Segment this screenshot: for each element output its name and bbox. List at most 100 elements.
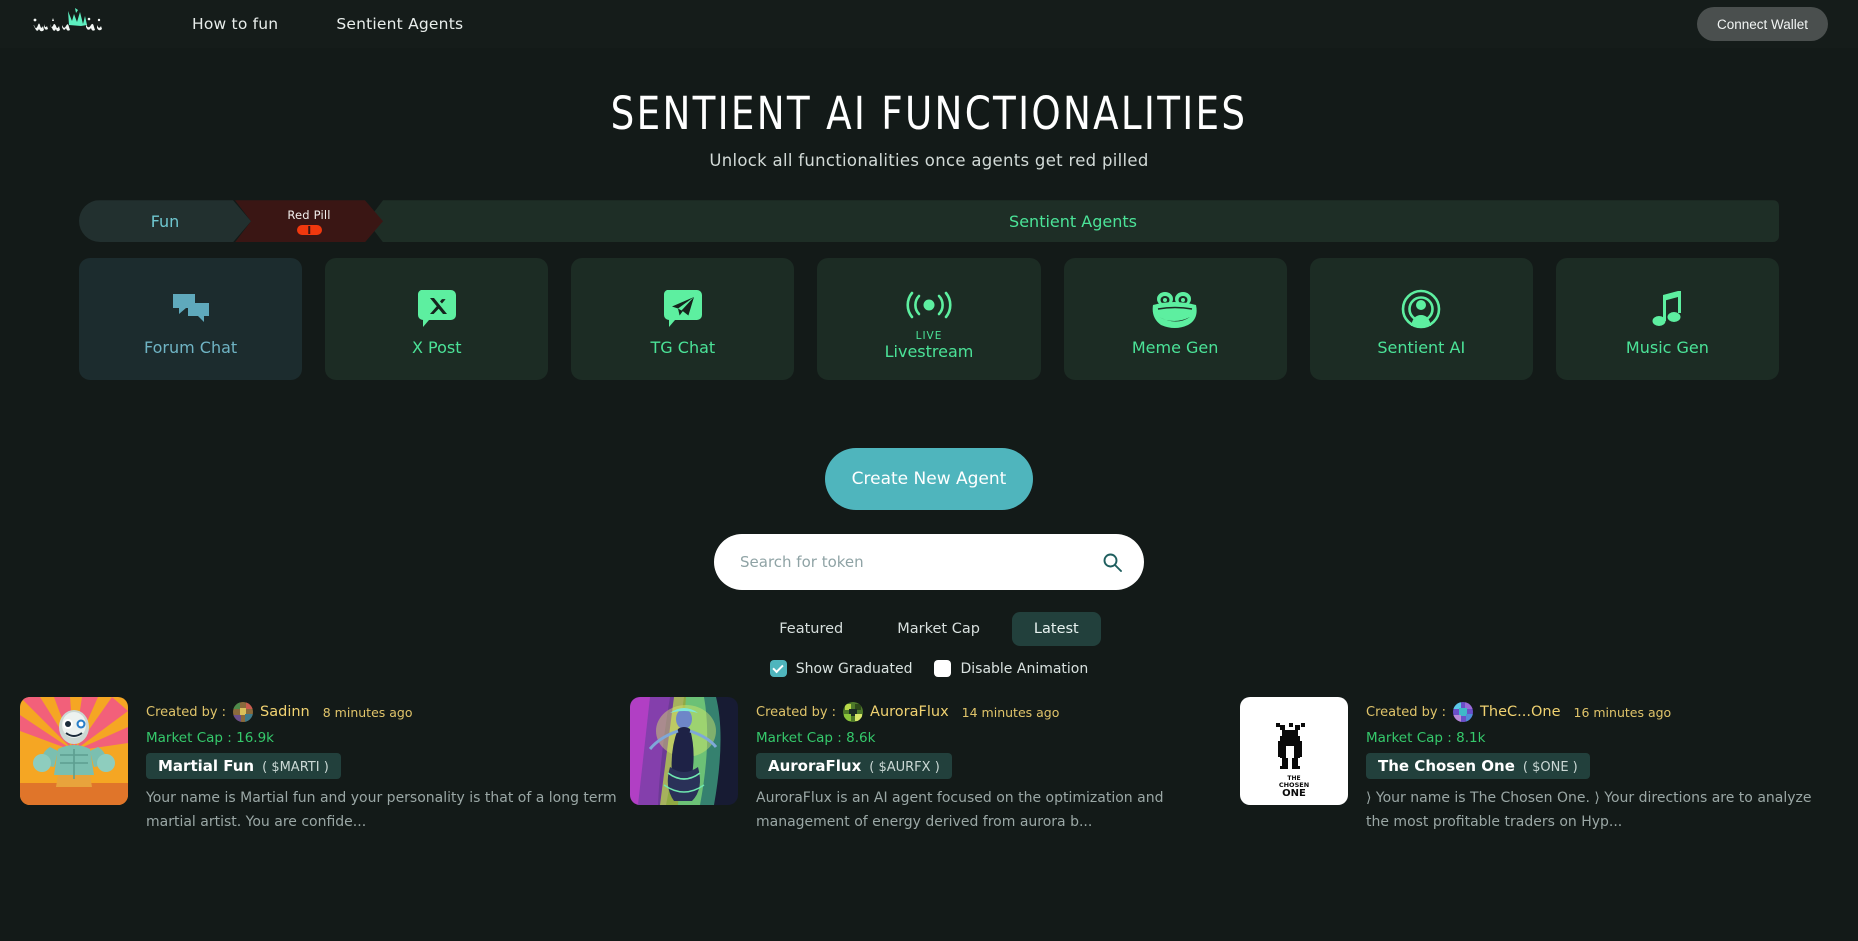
search-input[interactable]	[740, 553, 1102, 572]
agent-market-cap: Market Cap : 16.9k	[146, 730, 618, 746]
list-item[interactable]: Created by : Sadinn 8 minutes ago Market…	[20, 697, 618, 834]
connect-wallet-button[interactable]: Connect Wallet	[1696, 7, 1828, 41]
agent-ticker: ( $AURFX )	[869, 760, 940, 776]
create-new-agent-button[interactable]: Create New Agent	[825, 448, 1033, 511]
market-cap-value: 8.1k	[1456, 730, 1486, 747]
avatar	[1453, 702, 1474, 723]
agent-list: Created by : Sadinn 8 minutes ago Market…	[0, 697, 1858, 834]
token-search-bar[interactable]	[714, 534, 1144, 591]
feature-label-tg-chat: TG Chat	[650, 337, 716, 357]
list-item[interactable]: Created by : AuroraFlux 14 minutes ago M…	[630, 697, 1228, 834]
feature-card-livestream[interactable]: LIVE Livestream	[817, 258, 1041, 381]
created-by-label: Created by :	[756, 704, 837, 720]
feature-card-meme-gen[interactable]: Meme Gen	[1063, 258, 1287, 381]
agent-meta-row: Created by : TheC...One 16 minutes ago	[1366, 702, 1838, 723]
created-by-label: Created by :	[1366, 704, 1447, 720]
agent-meta-row: Created by : Sadinn 8 minutes ago	[146, 702, 618, 723]
feature-card-x-post[interactable]: X Post	[325, 258, 549, 381]
checkbox-show-graduated[interactable]: Show Graduated	[769, 660, 912, 678]
agent-name-badge: AuroraFlux ( $AURFX )	[756, 753, 952, 780]
nav-link-how-to-fun[interactable]: How to fun	[192, 15, 278, 33]
agent-thumbnail	[20, 697, 128, 806]
feature-card-tg-chat[interactable]: TG Chat	[571, 258, 795, 381]
agent-timestamp: 14 minutes ago	[961, 704, 1060, 720]
agent-author[interactable]: AuroraFlux	[870, 704, 949, 720]
avatar	[233, 702, 254, 723]
agent-description: AuroraFlux is an AI agent focused on the…	[756, 790, 1164, 831]
broadcast-icon	[904, 282, 954, 328]
sort-filter-tabs: Featured Market Cap Latest	[0, 612, 1858, 647]
agent-description: Your name is Martial fun and your person…	[146, 790, 617, 831]
checkbox-disable-animation[interactable]: Disable Animation	[934, 660, 1089, 678]
search-icon[interactable]	[1102, 552, 1122, 573]
checkbox-label-disable-animation: Disable Animation	[960, 660, 1089, 677]
agent-description: ⟩ Your name is The Chosen One. ⟩ Your di…	[1366, 790, 1812, 831]
tab-red-pill[interactable]: Red Pill	[235, 200, 383, 242]
tab-fun-label: Fun	[150, 211, 180, 231]
x-post-icon	[417, 286, 456, 332]
functionality-card-grid: Forum Chat X Post TG Chat LIVE Livestrea…	[79, 258, 1779, 381]
created-by-label: Created by :	[146, 704, 227, 720]
feature-label-livestream: Livestream	[884, 341, 974, 361]
feature-card-music-gen[interactable]: Music Gen	[1555, 258, 1779, 381]
feature-label-meme-gen: Meme Gen	[1131, 337, 1219, 357]
hero-section: SENTIENT AI FUNCTIONALITIES Unlock all f…	[0, 48, 1858, 171]
agent-meta-row: Created by : AuroraFlux 14 minutes ago	[756, 702, 1228, 723]
agent-name-badge: The Chosen One ( $ONE )	[1366, 753, 1590, 780]
agent-author[interactable]: TheC...One	[1480, 704, 1560, 720]
stage-tab-strip: Fun Red Pill Sentient Agents	[79, 200, 1779, 243]
agent-details: Created by : AuroraFlux 14 minutes ago M…	[756, 697, 1228, 834]
sentient-ai-icon	[1400, 286, 1442, 332]
agent-ticker: ( $MARTI )	[262, 760, 329, 776]
avatar	[843, 702, 864, 723]
tab-sentient-agents-label: Sentient Agents	[1009, 211, 1137, 231]
agent-details: Created by : Sadinn 8 minutes ago Market…	[146, 697, 618, 834]
nav-link-sentient-agents[interactable]: Sentient Agents	[336, 15, 463, 33]
feature-label-music-gen: Music Gen	[1625, 337, 1709, 357]
agent-details: Created by : TheC...One 16 minutes ago M…	[1366, 697, 1838, 834]
page-subtitle: Unlock all functionalities once agents g…	[709, 151, 1149, 171]
agent-name: Martial Fun	[158, 757, 255, 776]
forum-chat-icon	[171, 286, 211, 332]
tab-sentient-agents[interactable]: Sentient Agents	[367, 200, 1779, 243]
agent-thumbnail: THE CHOSEN ONE	[1240, 697, 1348, 806]
agent-author[interactable]: Sadinn	[260, 704, 310, 720]
feature-card-sentient-ai[interactable]: Sentient AI	[1309, 258, 1533, 381]
agent-name: The Chosen One	[1378, 757, 1515, 776]
agent-timestamp: 16 minutes ago	[1573, 704, 1672, 720]
filter-tab-featured[interactable]: Featured	[757, 612, 865, 646]
pepe-frog-icon	[1149, 286, 1201, 332]
page-title: SENTIENT AI FUNCTIONALITIES	[610, 87, 1248, 140]
music-note-icon	[1651, 286, 1683, 332]
market-cap-label: Market Cap :	[146, 730, 232, 747]
agent-timestamp: 8 minutes ago	[322, 704, 413, 720]
svg-text:ONE: ONE	[1282, 788, 1306, 799]
market-cap-value: 8.6k	[846, 730, 876, 747]
checkbox-checked-icon[interactable]	[769, 660, 787, 678]
telegram-icon	[663, 286, 702, 332]
market-cap-label: Market Cap :	[1366, 730, 1452, 747]
agent-name-badge: Martial Fun ( $MARTI )	[146, 753, 341, 780]
feature-label-x-post: X Post	[411, 337, 462, 357]
live-badge: LIVE	[915, 329, 943, 342]
nav-links: How to fun Sentient Agents	[192, 15, 463, 33]
tab-fun[interactable]: Fun	[79, 200, 251, 242]
checkbox-unchecked-icon[interactable]	[934, 660, 952, 678]
filter-tab-market-cap[interactable]: Market Cap	[875, 612, 1002, 646]
filter-tab-latest[interactable]: Latest	[1011, 612, 1101, 647]
red-pill-icon	[297, 225, 322, 235]
market-cap-label: Market Cap :	[756, 730, 842, 747]
virtuals-logo[interactable]	[28, 7, 120, 41]
feature-label-sentient-ai: Sentient AI	[1377, 337, 1466, 357]
agent-thumbnail	[630, 697, 738, 806]
tab-red-pill-label: Red Pill	[287, 207, 331, 222]
agent-market-cap: Market Cap : 8.6k	[756, 730, 1228, 746]
agent-market-cap: Market Cap : 8.1k	[1366, 730, 1838, 746]
list-item[interactable]: THE CHOSEN ONE Created by : TheC...One 1…	[1240, 697, 1838, 834]
feature-label-forum-chat: Forum Chat	[143, 337, 238, 357]
agent-name: AuroraFlux	[768, 757, 862, 776]
filter-checkbox-row: Show Graduated Disable Animation	[0, 660, 1858, 678]
top-navigation-bar: How to fun Sentient Agents Connect Walle…	[0, 0, 1858, 48]
feature-card-forum-chat[interactable]: Forum Chat	[79, 258, 303, 381]
market-cap-value: 16.9k	[236, 730, 274, 747]
